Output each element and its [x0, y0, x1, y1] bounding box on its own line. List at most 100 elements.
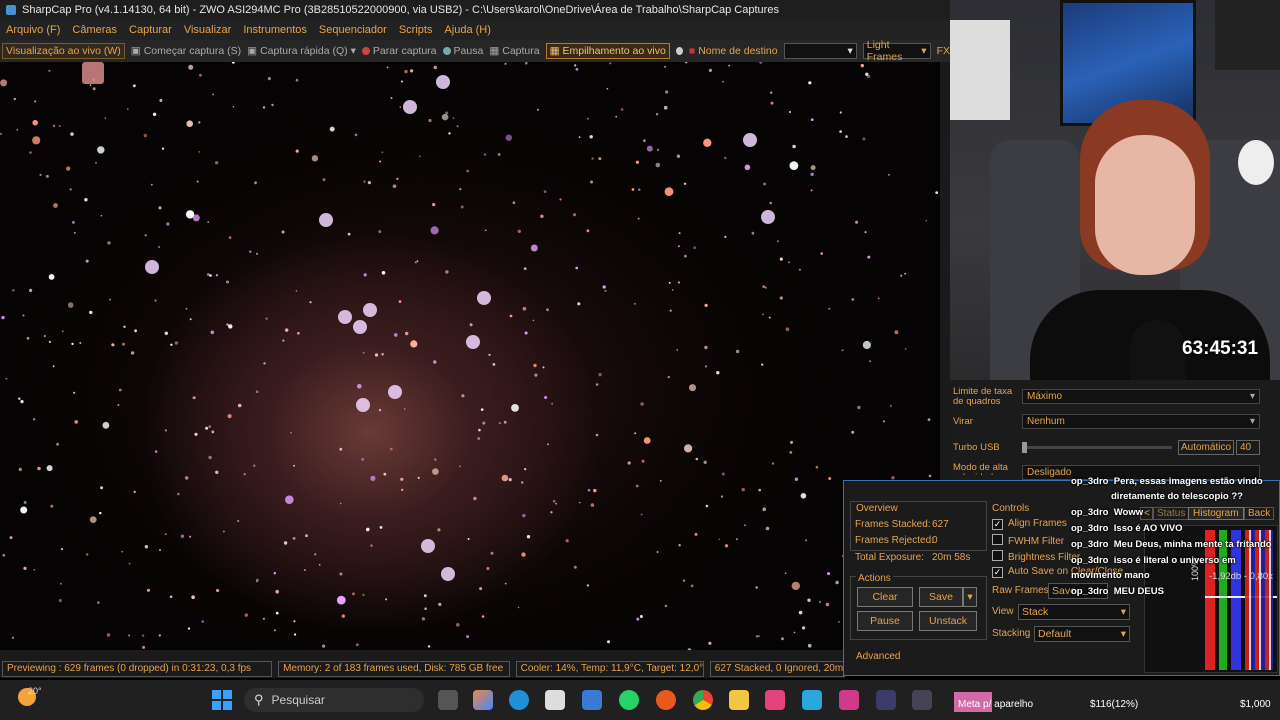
save-button[interactable]: Save: [919, 587, 963, 607]
bright-star: [388, 385, 402, 399]
save-dropdown-button[interactable]: ▾: [963, 587, 977, 607]
tab-back[interactable]: Back: [1244, 507, 1275, 520]
star: [237, 403, 242, 408]
star: [762, 285, 766, 288]
target-name-dropdown[interactable]: ▾: [783, 43, 857, 59]
align-frames-checkbox[interactable]: ✓ Align Frames: [992, 518, 1067, 530]
menu-view[interactable]: Visualizar: [178, 24, 238, 36]
overview-title: Overview: [856, 503, 898, 514]
menu-file[interactable]: Arquivo (F): [0, 24, 66, 36]
flip-dropdown[interactable]: Nenhum ▾: [1022, 414, 1260, 429]
star: [781, 637, 784, 641]
app-icon[interactable]: [765, 690, 785, 710]
star: [361, 457, 365, 461]
app-icon[interactable]: [582, 690, 602, 710]
total-exposure-value: 20m 58s: [932, 552, 971, 563]
star: [66, 166, 71, 171]
slider-handle[interactable]: [1022, 442, 1027, 453]
star: [704, 345, 708, 350]
total-exposure-label: Total Exposure:: [855, 552, 924, 563]
clear-button[interactable]: Clear: [857, 587, 913, 607]
stacking-dropdown[interactable]: Default ▾: [1034, 626, 1130, 642]
star: [758, 488, 761, 492]
whatsapp-icon[interactable]: [619, 690, 639, 710]
start-capture-button[interactable]: ▣ Começar captura (S): [131, 45, 241, 57]
chevron-down-icon[interactable]: ▾: [351, 45, 356, 57]
pause-stack-button[interactable]: Pause: [857, 611, 913, 631]
star: [419, 155, 421, 158]
menu-help[interactable]: Ajuda (H): [438, 24, 496, 36]
star: [336, 595, 346, 605]
star: [678, 544, 681, 547]
frame-type-dropdown[interactable]: Light Frames ▾: [862, 39, 931, 63]
file-explorer-icon[interactable]: [729, 690, 749, 710]
star: [456, 623, 460, 627]
menu-scripts[interactable]: Scripts: [393, 24, 439, 36]
frame-rate-dropdown[interactable]: Máximo ▾: [1022, 389, 1260, 404]
star: [578, 136, 581, 138]
star: [452, 117, 455, 120]
edge-browser-icon[interactable]: [509, 690, 529, 710]
chat-message: op_3dro Meu Deus, minha mente ta fritand…: [1071, 539, 1272, 550]
star: [524, 331, 528, 335]
star: [925, 220, 928, 222]
quick-capture-button[interactable]: ▣ Captura rápida (Q) ▾: [247, 45, 356, 57]
pause-button[interactable]: Pausa: [442, 45, 483, 57]
star: [379, 160, 382, 163]
app-icon[interactable]: [839, 690, 859, 710]
stop-capture-button[interactable]: Parar captura: [361, 45, 437, 57]
copilot-icon[interactable]: [473, 690, 493, 710]
capture-button[interactable]: ▦ Captura: [489, 45, 539, 57]
menu-capture[interactable]: Capturar: [123, 24, 178, 36]
advanced-section[interactable]: Advanced: [856, 651, 900, 662]
tab-histogram[interactable]: Histogram: [1188, 507, 1244, 520]
star: [438, 602, 442, 607]
star: [888, 174, 890, 176]
windows-start-icon[interactable]: [212, 690, 232, 710]
star: [759, 62, 763, 64]
unstack-button[interactable]: Unstack: [919, 611, 977, 631]
star: [383, 472, 387, 476]
horizontal-scrollbar[interactable]: [0, 650, 845, 660]
menu-tools[interactable]: Instrumentos: [237, 24, 313, 36]
star: [839, 111, 842, 114]
star: [386, 66, 389, 69]
star: [526, 535, 531, 539]
star: [604, 289, 607, 292]
star: [9, 536, 13, 540]
star: [904, 272, 906, 275]
app-icon[interactable]: [876, 690, 896, 710]
live-image-view[interactable]: [0, 62, 940, 650]
menu-cameras[interactable]: Câmeras: [66, 24, 123, 36]
view-dropdown[interactable]: Stack ▾: [1018, 604, 1130, 620]
star: [637, 217, 640, 220]
tab-status[interactable]: Status: [1152, 507, 1191, 520]
usb-auto-checkbox[interactable]: Automático: [1178, 440, 1234, 455]
star: [882, 420, 886, 423]
usb-value-input[interactable]: 40: [1236, 440, 1260, 455]
star: [89, 84, 92, 87]
store-icon[interactable]: [545, 690, 565, 710]
brightness-filter-checkbox[interactable]: Brightness Filter: [992, 550, 1080, 563]
star: [174, 341, 179, 345]
star: [404, 69, 408, 74]
usb-turbo-slider[interactable]: [1022, 442, 1172, 453]
star: [134, 329, 138, 333]
chrome-icon[interactable]: [693, 690, 713, 710]
star: [362, 351, 365, 354]
fwhm-filter-checkbox[interactable]: FWHM Filter: [992, 534, 1064, 547]
sharpcap-taskbar-icon[interactable]: [912, 690, 932, 710]
star: [575, 67, 579, 71]
live-stack-button[interactable]: ▦ Empilhamento ao vivo: [545, 43, 670, 59]
opera-icon[interactable]: [656, 690, 676, 710]
app-icon[interactable]: [802, 690, 822, 710]
menu-sequencer[interactable]: Sequenciador: [313, 24, 393, 36]
fx-button[interactable]: FX: [937, 45, 950, 57]
star: [13, 97, 16, 101]
live-view-button[interactable]: Visualização ao vivo (W): [2, 43, 125, 59]
star: [928, 474, 932, 478]
star: [400, 477, 404, 481]
taskbar-search-box[interactable]: ⚲ Pesquisar: [244, 688, 424, 712]
task-view-icon[interactable]: [438, 690, 458, 710]
star: [354, 133, 358, 137]
